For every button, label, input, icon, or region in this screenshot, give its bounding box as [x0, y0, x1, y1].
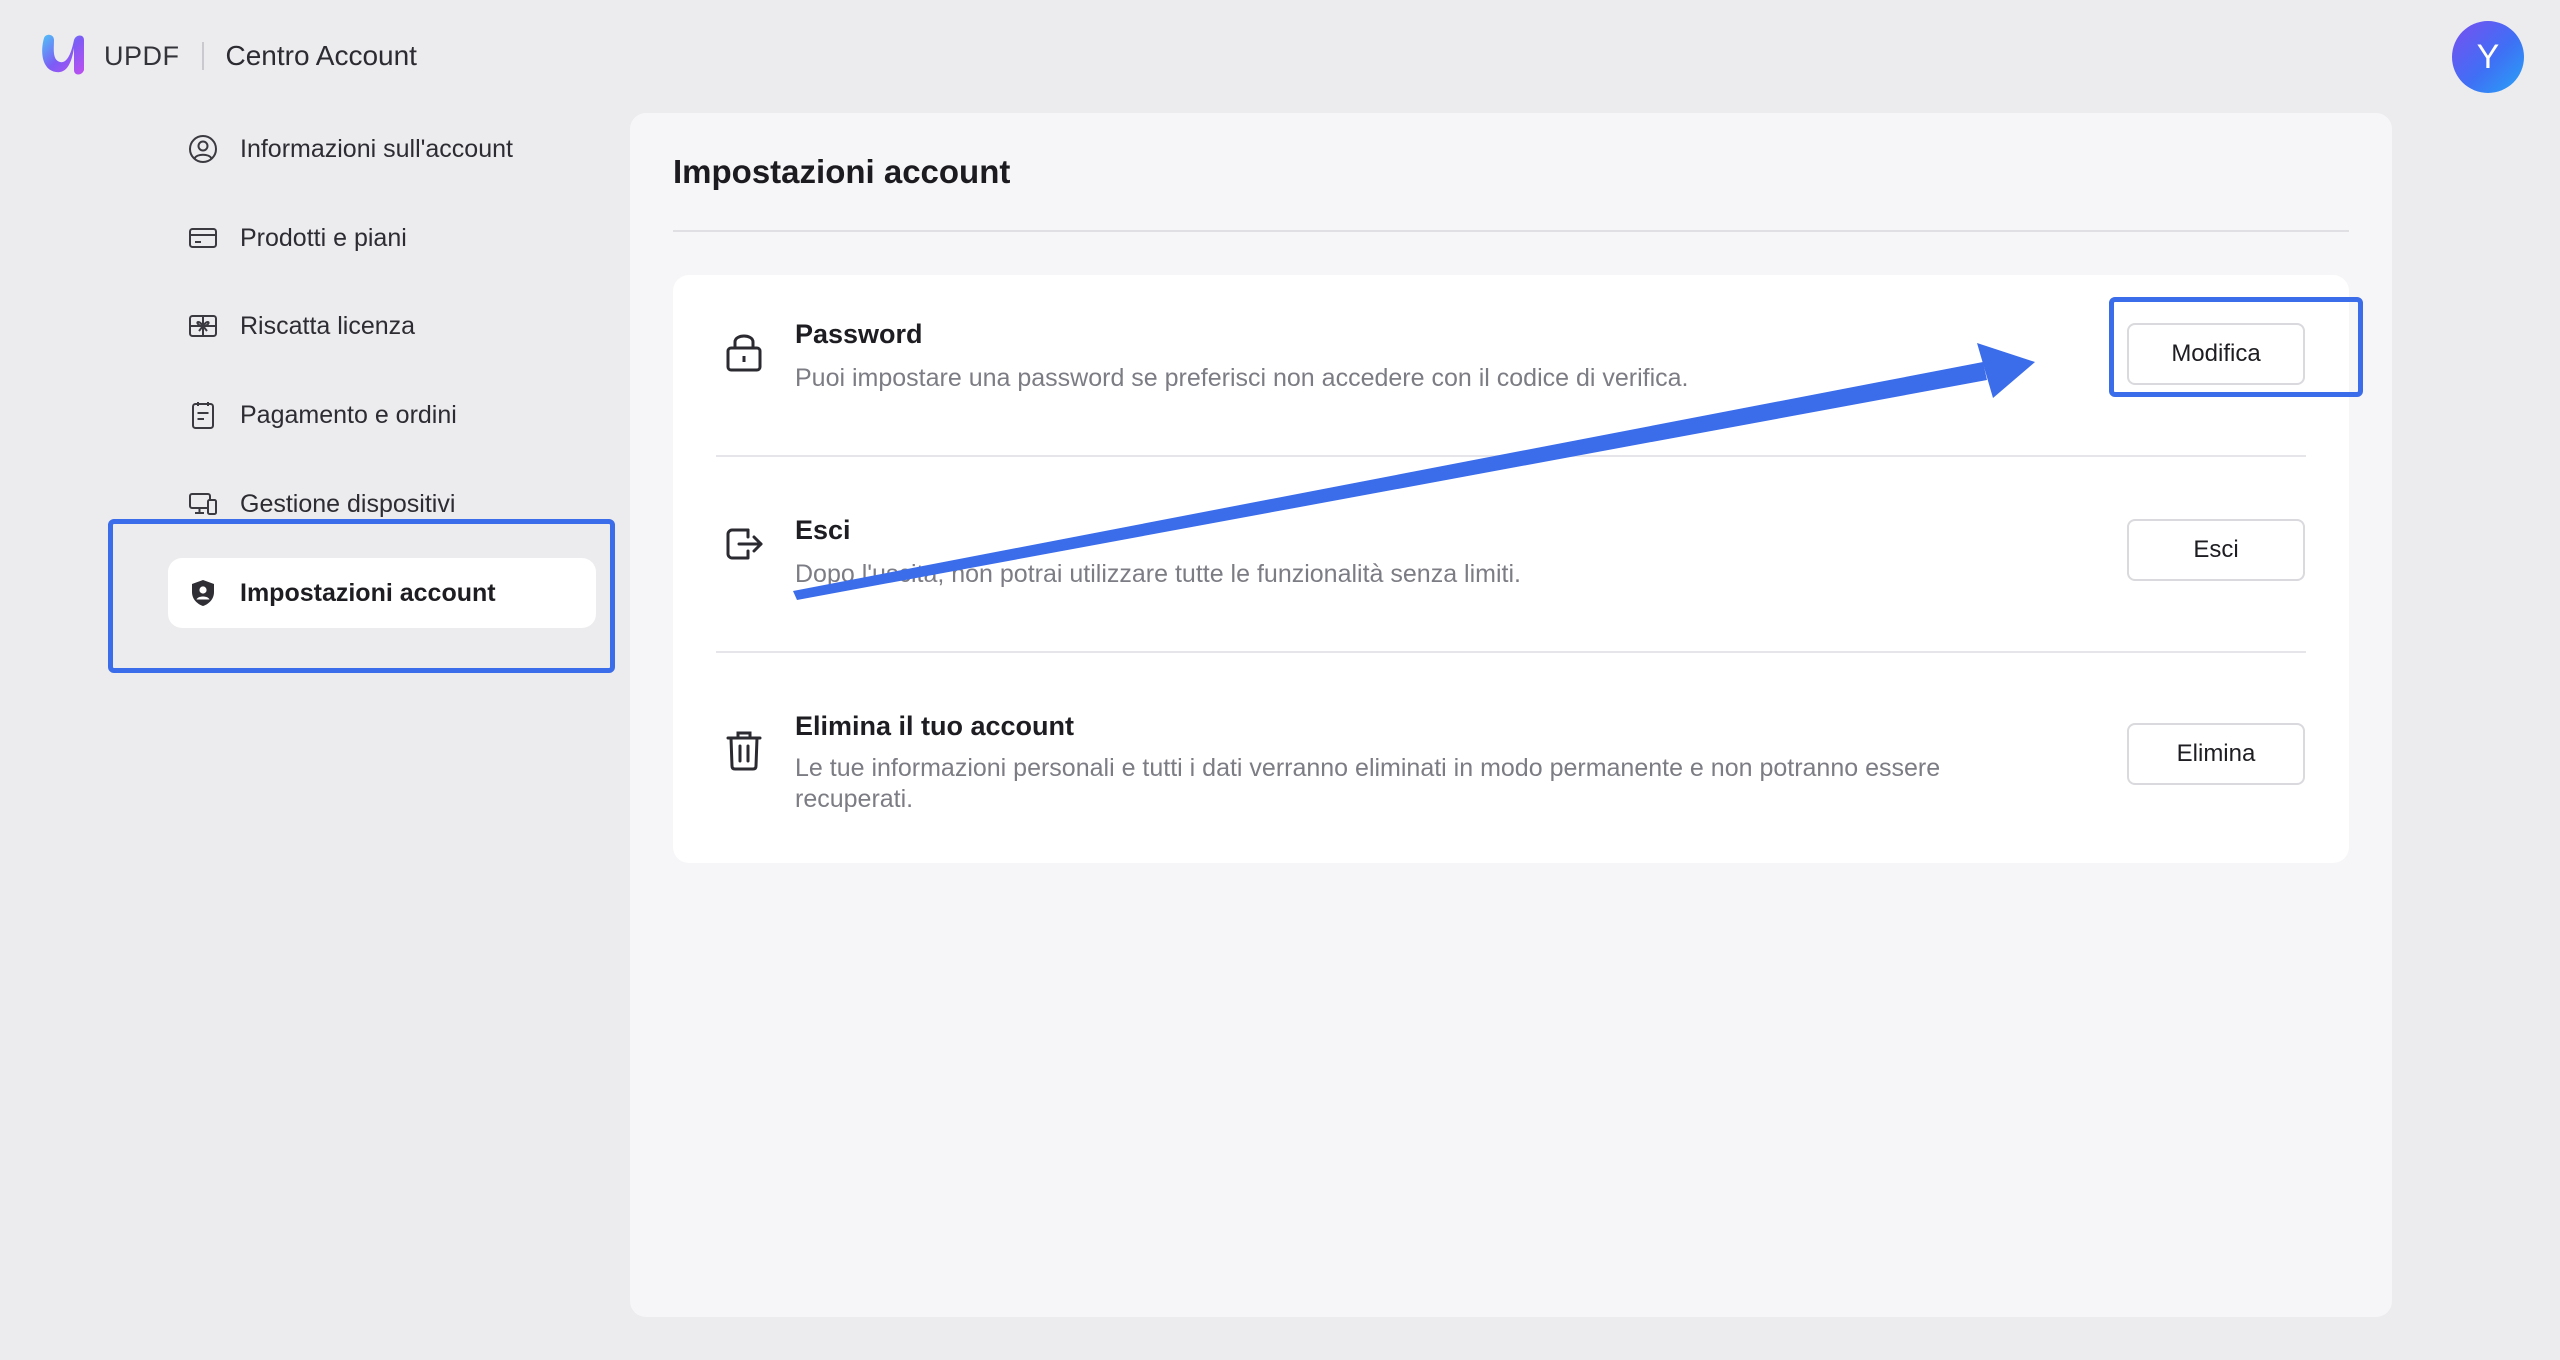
sidebar-item-label: Riscatta licenza: [240, 311, 416, 340]
logout-title: Esci: [795, 515, 851, 545]
delete-account-description: Le tue informazioni personali e tutti i …: [795, 754, 1941, 813]
user-circle-icon: [186, 132, 220, 166]
avatar-initial: Y: [2476, 37, 2500, 76]
password-title: Password: [795, 319, 923, 349]
devices-icon: [186, 487, 220, 521]
trash-icon: [721, 727, 767, 773]
clipboard-icon: [186, 398, 220, 432]
main-panel: Impostazioni account Password Puoi impos…: [630, 113, 2392, 1317]
updf-logo-icon[interactable]: [38, 30, 90, 82]
avatar[interactable]: Y: [2452, 21, 2524, 93]
logout-icon: [721, 521, 767, 567]
password-row: Password Puoi impostare una password se …: [673, 275, 2349, 455]
sidebar-item-label: Prodotti e piani: [240, 223, 407, 252]
page-title: Impostazioni account: [673, 153, 1011, 190]
logout-button[interactable]: Esci: [2127, 519, 2305, 581]
sidebar-item-label: Informazioni sull'account: [240, 134, 513, 163]
brand-name: UPDF: [104, 40, 180, 71]
credit-card-icon: [186, 221, 220, 255]
password-description: Puoi impostare una password se preferisc…: [795, 364, 1689, 392]
gift-card-icon: [186, 309, 220, 343]
brand-separator: [201, 42, 204, 70]
title-divider: [673, 230, 2349, 232]
sidebar-item-payments[interactable]: Pagamento e ordini: [168, 380, 596, 450]
sidebar-item-account-info[interactable]: Informazioni sull'account: [168, 114, 596, 184]
delete-account-button[interactable]: Elimina: [2127, 723, 2305, 785]
settings-card: Password Puoi impostare una password se …: [673, 275, 2349, 863]
sidebar-item-products[interactable]: Prodotti e piani: [168, 203, 596, 273]
delete-account-title: Elimina il tuo account: [795, 711, 1075, 741]
logout-row: Esci Dopo l'uscita, non potrai utilizzar…: [673, 457, 2349, 651]
sidebar-item-label: Gestione dispositivi: [240, 489, 456, 518]
logout-description: Dopo l'uscita, non potrai utilizzare tut…: [795, 560, 1521, 588]
sidebar-item-label: Pagamento e ordini: [240, 400, 457, 429]
delete-account-row: Elimina il tuo account Le tue informazio…: [673, 653, 2349, 863]
brand-header: UPDF Centro Account: [38, 30, 417, 82]
annotation-highlight-sidebar: [108, 519, 615, 673]
section-title: Centro Account: [225, 40, 417, 71]
lock-icon: [721, 329, 767, 375]
sidebar-item-redeem[interactable]: Riscatta licenza: [168, 291, 596, 361]
annotation-highlight-modify: [2109, 297, 2363, 397]
